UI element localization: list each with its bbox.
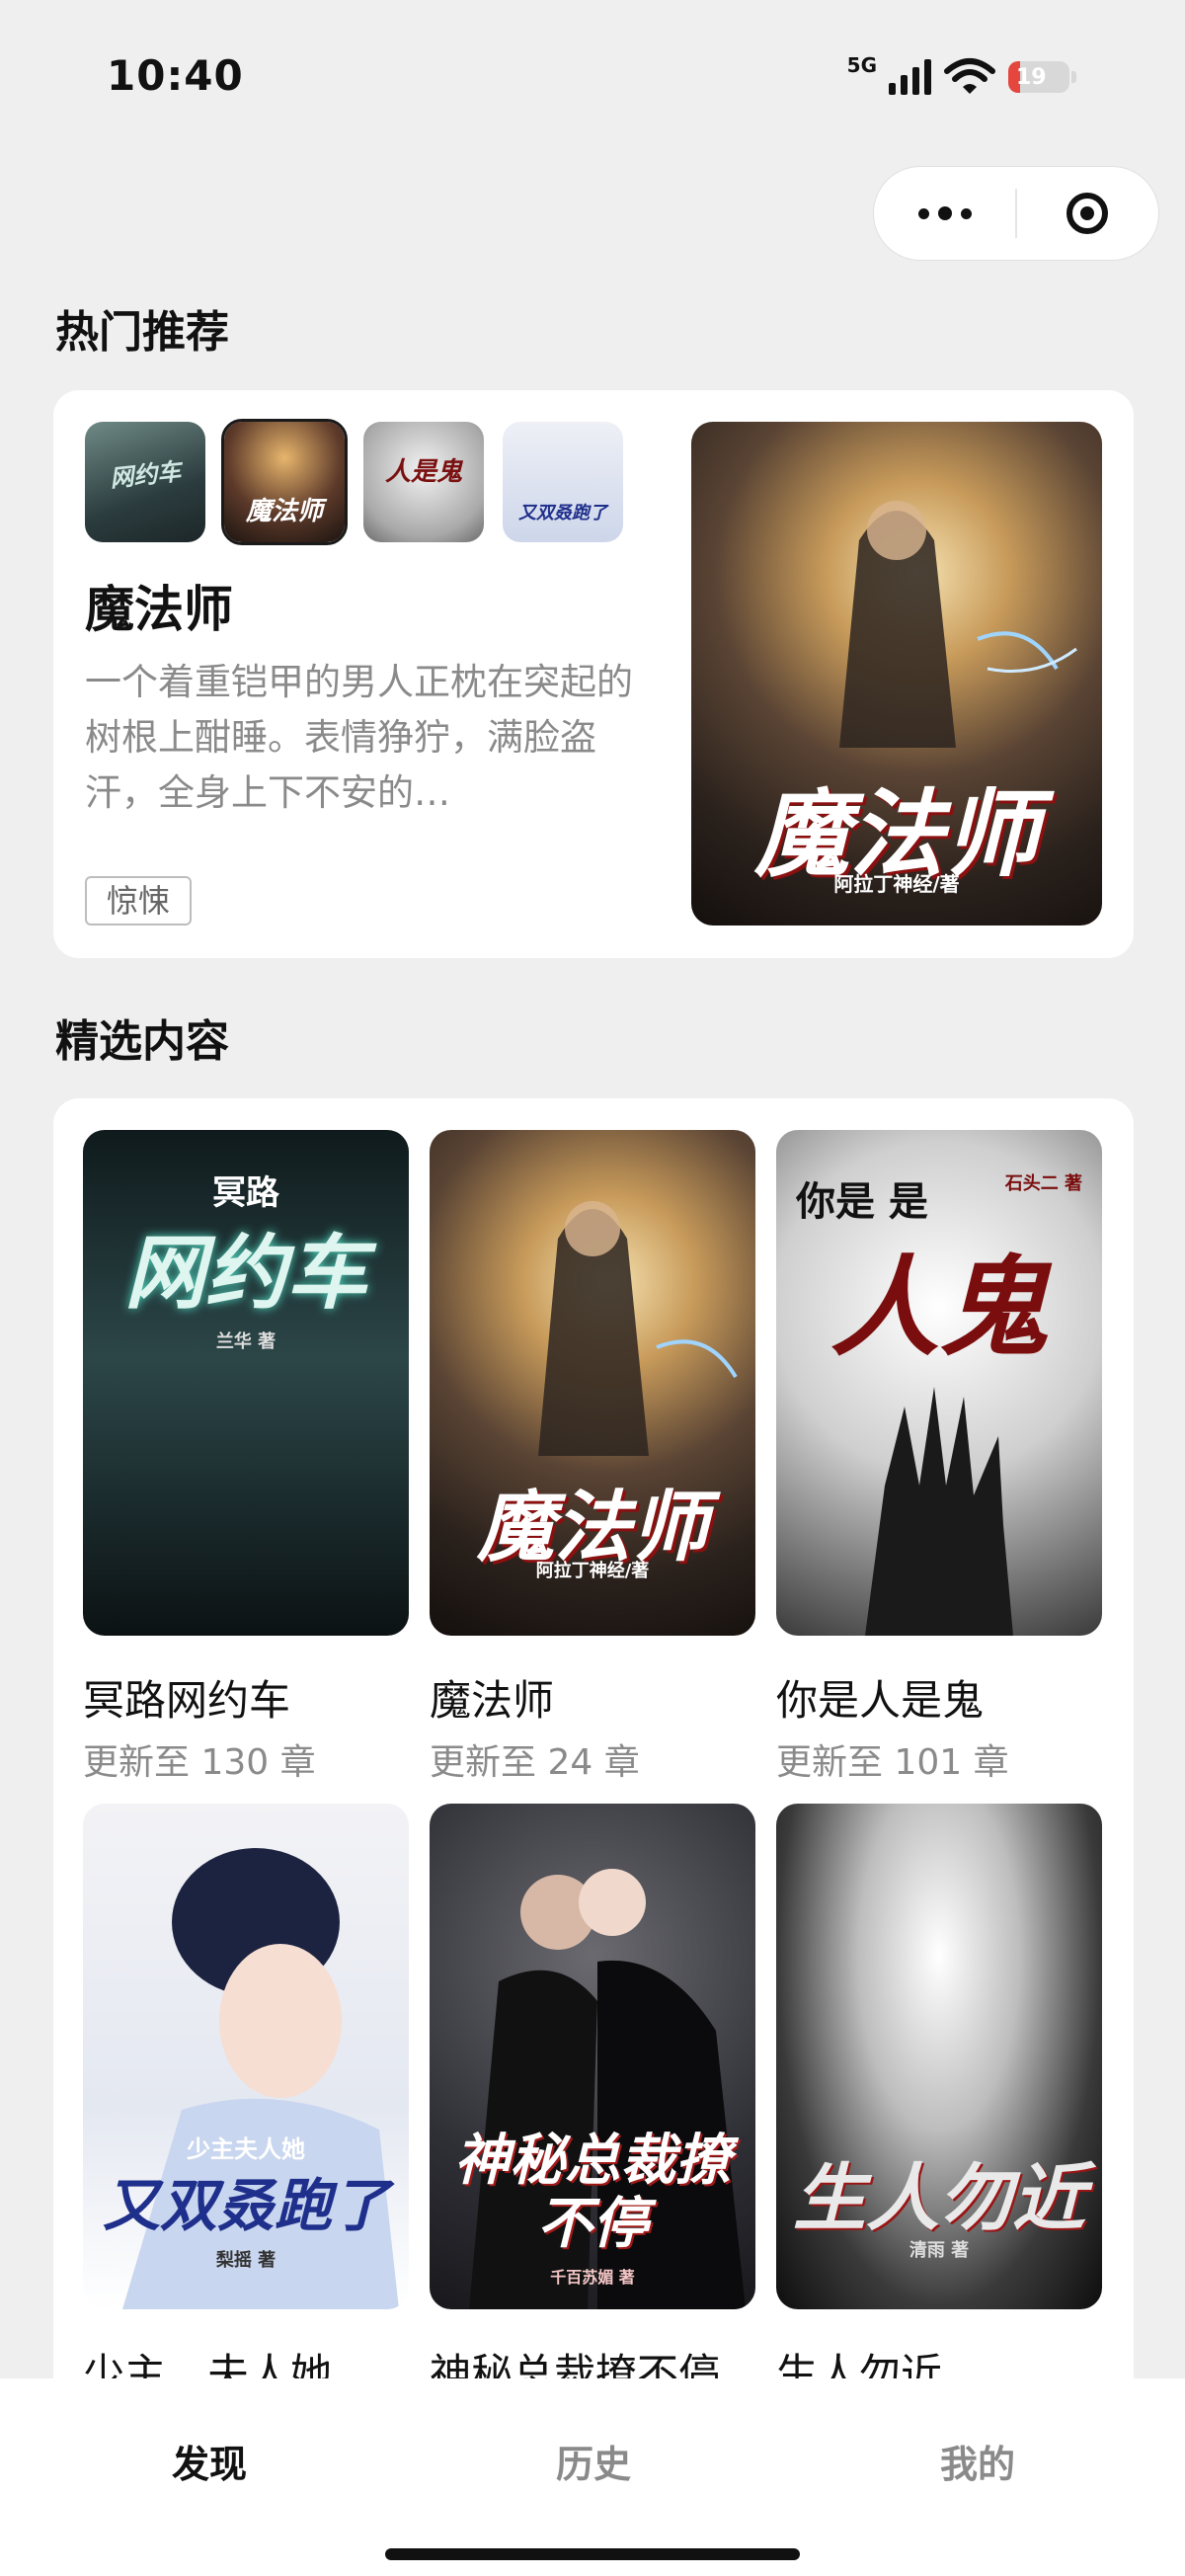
book-cover-title: 网约车 [124, 1227, 367, 1321]
featured-card: 冥路 网约车 兰华 著 冥路网约车 更新至 130 章 魔法师 阿拉丁神经/著 … [53, 1098, 1134, 2481]
battery-icon: 19 [1008, 61, 1069, 93]
hot-book-title: 魔法师 [85, 581, 233, 638]
book-cover-author: 阿拉丁神经/著 [535, 1561, 650, 1581]
tab-mine[interactable]: 我的 [940, 2434, 1015, 2488]
book-cover[interactable]: 神秘总裁撩不停 千百苏媚 著 [430, 1804, 755, 2309]
featured-section-title: 精选内容 [55, 1016, 229, 1067]
home-indicator[interactable] [385, 2548, 800, 2560]
book-update-status: 更新至 130 章 [83, 1742, 316, 1783]
book-item[interactable]: 你是 是 人鬼 石头二 著 你是人是鬼 更新至 101 章 [776, 1130, 1102, 1785]
hot-thumb-3[interactable]: 人是鬼 [363, 422, 484, 542]
tab-discover[interactable]: 发现 [172, 2434, 247, 2488]
book-title: 冥路网约车 [83, 1676, 291, 1725]
hot-book-description: 一个着重铠甲的男人正枕在突起的树根上酣睡。表情狰狞，满脸盗汗，全身上下不安的… [85, 661, 633, 814]
hot-cover-author: 阿拉丁神经/著 [833, 872, 960, 896]
mini-program-capsule [873, 166, 1159, 261]
status-bar: 10:40 5G 19 [0, 0, 1185, 158]
hot-thumb-1-text: 网约车 [108, 457, 183, 493]
network-type-label: 5G [846, 53, 877, 77]
target-close-icon[interactable] [1017, 167, 1158, 260]
battery-tip [1071, 71, 1076, 83]
hot-recommend-card[interactable]: 网约车 魔法师 人是鬼 又双叒跑了 魔法师 一个着重铠甲的男人正枕在突起的树根上… [53, 390, 1134, 958]
book-cover[interactable]: 魔法师 阿拉丁神经/著 [430, 1130, 755, 1636]
hot-thumb-2-text: 魔法师 [245, 497, 323, 526]
hot-thumb-3-text: 人是鬼 [384, 457, 462, 487]
book-cover-title: 神秘总裁撩不停 [454, 2129, 731, 2256]
book-update-status: 更新至 101 章 [776, 1742, 1009, 1783]
book-cover-author: 千百苏媚 著 [550, 2268, 635, 2287]
book-cover-hand [865, 1387, 1013, 1636]
book-cover-author: 兰华 著 [215, 1331, 276, 1352]
book-item[interactable]: 少主夫人她 又双叒跑了 梨摇 著 少主，夫人她 [83, 1804, 409, 2401]
hot-thumb-4[interactable]: 又双叒跑了 [503, 422, 623, 542]
hot-book-tag: 惊悚 [85, 876, 193, 926]
status-icons: 5G 19 [847, 53, 1076, 97]
cellular-signal-icon [889, 59, 931, 95]
wifi-icon [944, 58, 995, 94]
book-item[interactable]: 魔法师 阿拉丁神经/著 魔法师 更新至 24 章 [430, 1130, 755, 1785]
hot-section-title: 热门推荐 [55, 307, 229, 358]
more-dots-icon[interactable] [874, 167, 1015, 260]
book-cover[interactable]: 生人勿近 清雨 著 [776, 1804, 1102, 2309]
book-item[interactable]: 冥路 网约车 兰华 著 冥路网约车 更新至 130 章 [83, 1130, 409, 1785]
hot-thumb-2[interactable]: 魔法师 [221, 419, 348, 545]
book-title: 魔法师 [430, 1676, 555, 1725]
bottom-tab-bar: 发现 历史 我的 [0, 2378, 1185, 2576]
book-update-status: 更新至 24 章 [430, 1742, 640, 1783]
hot-thumb-1[interactable]: 网约车 [85, 422, 205, 542]
book-item[interactable]: 生人勿近 清雨 著 生人勿近 [776, 1804, 1102, 2401]
book-cover-author: 清雨 著 [908, 2240, 970, 2261]
book-cover[interactable]: 冥路 网约车 兰华 著 [83, 1130, 409, 1636]
battery-level-text: 19 [1016, 64, 1047, 90]
status-time: 10:40 [107, 51, 244, 100]
book-cover-author: 梨摇 著 [215, 2250, 276, 2271]
book-cover[interactable]: 少主夫人她 又双叒跑了 梨摇 著 [83, 1804, 409, 2309]
book-cover[interactable]: 你是 是 人鬼 石头二 著 [776, 1130, 1102, 1636]
hot-thumb-row: 网约车 魔法师 人是鬼 又双叒跑了 [85, 419, 623, 545]
book-item[interactable]: 神秘总裁撩不停 千百苏媚 著 神秘总裁撩不停 [430, 1804, 755, 2401]
hot-book-cover[interactable]: 魔法师 阿拉丁神经/著 [691, 422, 1102, 926]
book-title: 你是人是鬼 [776, 1676, 985, 1725]
tab-history[interactable]: 历史 [556, 2434, 631, 2488]
book-cover-title: 生人勿近 [793, 2156, 1085, 2241]
hot-thumb-4-text: 又双叒跑了 [518, 503, 607, 523]
book-cover-title: 又双叒跑了 [102, 2172, 389, 2239]
